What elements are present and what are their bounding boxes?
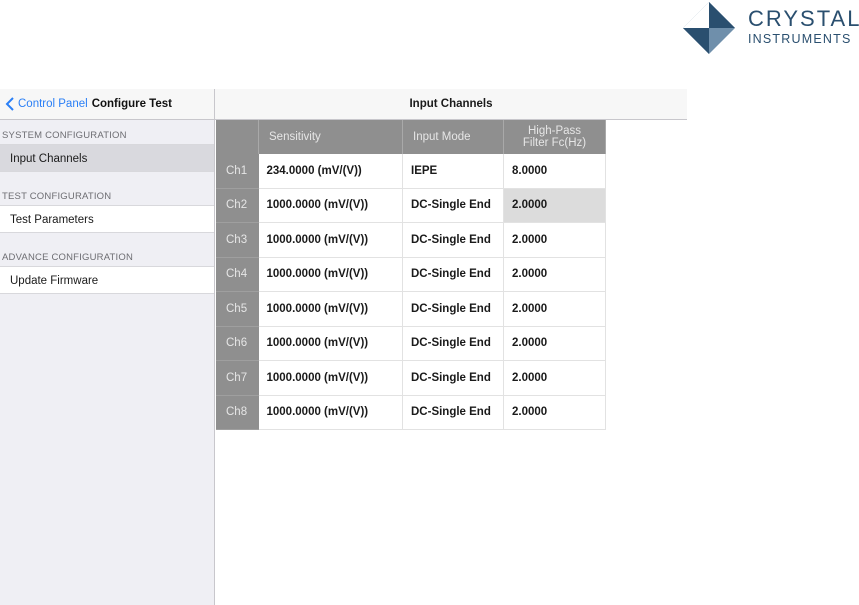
crystal-diamond-icon — [683, 2, 735, 54]
channel-label: Ch2 — [216, 188, 259, 223]
table-header-row: Sensitivity Input Mode High-Pass Filter … — [216, 120, 606, 154]
hpf-cell[interactable]: 2.0000 — [503, 360, 606, 396]
sensitivity-cell[interactable]: 1000.0000 (mV/(V)) — [258, 257, 403, 292]
hpf-header-line2: Filter Fc(Hz) — [522, 137, 587, 149]
hpf-cell[interactable]: 2.0000 — [503, 395, 606, 430]
sensitivity-cell[interactable]: 1000.0000 (mV/(V)) — [258, 326, 403, 361]
back-label: Control Panel — [18, 98, 88, 110]
channel-label: Ch3 — [216, 222, 259, 258]
brand-name: CRYSTAL — [748, 6, 859, 31]
section-label-system: SYSTEM CONFIGURATION — [2, 130, 127, 141]
input-mode-cell[interactable]: DC-Single End — [402, 222, 504, 258]
section-label-test: TEST CONFIGURATION — [2, 191, 112, 202]
sensitivity-cell[interactable]: 1000.0000 (mV/(V)) — [258, 188, 403, 223]
sidebar-header: Control Panel Configure Test — [0, 89, 214, 120]
page-title: Input Channels — [215, 89, 687, 120]
sensitivity-cell[interactable]: 1000.0000 (mV/(V)) — [258, 222, 403, 258]
sidebar-item-input-channels[interactable]: Input Channels — [0, 144, 214, 172]
sidebar-title: Configure Test — [91, 98, 172, 110]
table-row: Ch5 1000.0000 (mV/(V)) DC-Single End 2.0… — [216, 291, 606, 327]
sidebar-item-test-parameters[interactable]: Test Parameters — [0, 205, 214, 233]
input-mode-cell[interactable]: DC-Single End — [402, 291, 504, 327]
section-label-advance: ADVANCE CONFIGURATION — [2, 252, 134, 263]
sensitivity-cell[interactable]: 234.0000 (mV/(V)) — [258, 154, 403, 189]
hpf-cell[interactable]: 2.0000 — [503, 222, 606, 258]
hpf-cell[interactable]: 8.0000 — [503, 154, 606, 189]
column-header-high-pass-filter: High-Pass Filter Fc(Hz) — [503, 120, 606, 154]
back-button[interactable]: Control Panel — [5, 97, 88, 111]
sidebar: Control Panel Configure Test SYSTEM CONF… — [0, 89, 215, 605]
brand-logo: CRYSTAL INSTRUMENTS — [681, 0, 859, 56]
sensitivity-cell[interactable]: 1000.0000 (mV/(V)) — [258, 395, 403, 430]
channel-label: Ch1 — [216, 154, 259, 189]
table-row: Ch1 234.0000 (mV/(V)) IEPE 8.0000 — [216, 154, 606, 189]
brand-subname: INSTRUMENTS — [748, 32, 852, 46]
channel-label: Ch6 — [216, 326, 259, 361]
hpf-cell[interactable]: 2.0000 — [503, 326, 606, 361]
channel-label: Ch7 — [216, 360, 259, 396]
channel-label: Ch5 — [216, 291, 259, 327]
table-row: Ch4 1000.0000 (mV/(V)) DC-Single End 2.0… — [216, 257, 606, 292]
table-row: Ch8 1000.0000 (mV/(V)) DC-Single End 2.0… — [216, 395, 606, 430]
input-mode-cell[interactable]: DC-Single End — [402, 360, 504, 396]
input-mode-cell[interactable]: DC-Single End — [402, 395, 504, 430]
input-mode-cell[interactable]: DC-Single End — [402, 326, 504, 361]
input-mode-cell[interactable]: DC-Single End — [402, 188, 504, 223]
sensitivity-cell[interactable]: 1000.0000 (mV/(V)) — [258, 360, 403, 396]
table-row: Ch2 1000.0000 (mV/(V)) DC-Single End 2.0… — [216, 188, 606, 223]
sensitivity-cell[interactable]: 1000.0000 (mV/(V)) — [258, 291, 403, 327]
hpf-header-line1: High-Pass — [527, 125, 582, 137]
input-mode-cell[interactable]: IEPE — [402, 154, 504, 189]
table-corner — [216, 120, 259, 154]
column-header-sensitivity: Sensitivity — [258, 120, 403, 154]
input-mode-cell[interactable]: DC-Single End — [402, 257, 504, 292]
sidebar-item-update-firmware[interactable]: Update Firmware — [0, 266, 214, 294]
channel-table: Sensitivity Input Mode High-Pass Filter … — [216, 120, 606, 430]
hpf-cell-selected[interactable]: 2.0000 — [503, 188, 606, 223]
table-row: Ch7 1000.0000 (mV/(V)) DC-Single End 2.0… — [216, 360, 606, 396]
hpf-cell[interactable]: 2.0000 — [503, 257, 606, 292]
channel-label: Ch8 — [216, 395, 259, 430]
hpf-cell[interactable]: 2.0000 — [503, 291, 606, 327]
column-header-input-mode: Input Mode — [402, 120, 504, 154]
chevron-left-icon — [5, 97, 14, 111]
channel-label: Ch4 — [216, 257, 259, 292]
table-row: Ch6 1000.0000 (mV/(V)) DC-Single End 2.0… — [216, 326, 606, 361]
table-row: Ch3 1000.0000 (mV/(V)) DC-Single End 2.0… — [216, 222, 606, 258]
